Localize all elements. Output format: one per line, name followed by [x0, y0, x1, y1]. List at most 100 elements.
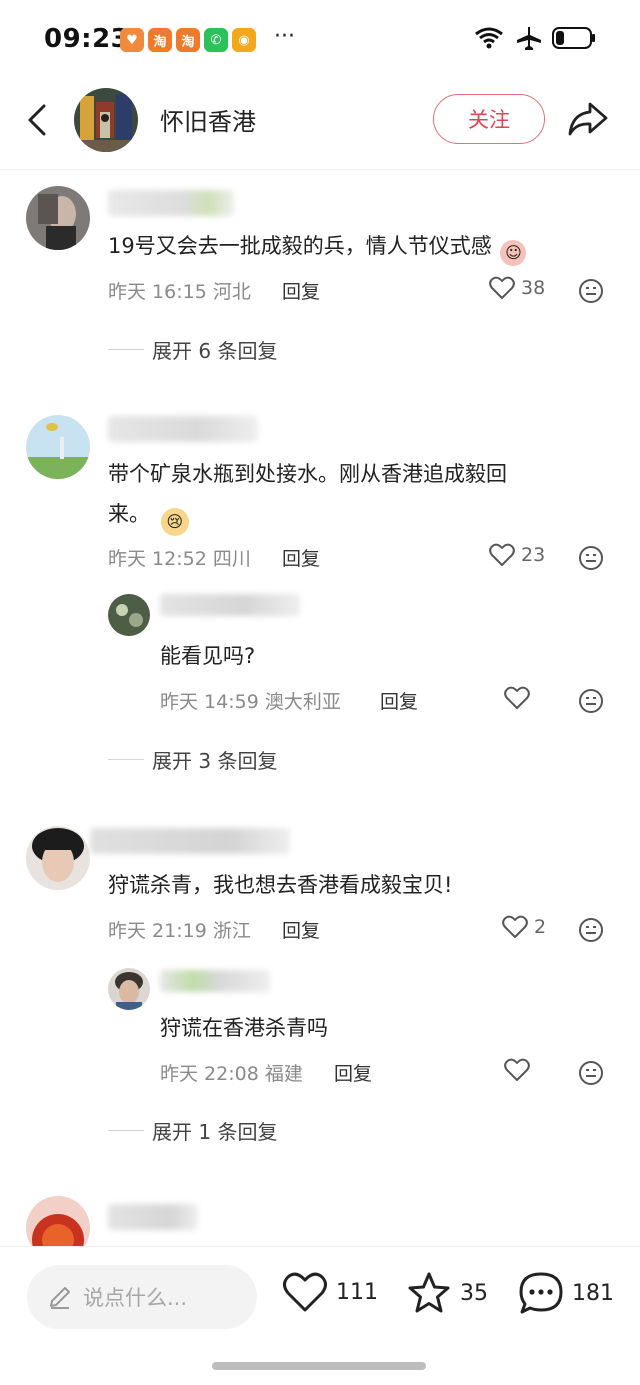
replier-avatar[interactable]: [108, 594, 150, 636]
comment-input[interactable]: 说点什么...: [27, 1265, 257, 1329]
follow-button[interactable]: 关注: [433, 94, 545, 144]
comment-options-button[interactable]: [578, 688, 604, 714]
taobao-app-icon: 淘: [148, 28, 172, 52]
like-button[interactable]: [504, 686, 530, 710]
heart-app-icon: ♥: [120, 28, 144, 52]
reply-text: 狩谎在香港杀青吗: [160, 1016, 328, 1040]
comment-meta: 昨天 16:15 河北: [108, 281, 251, 303]
commenter-avatar-image: [26, 1196, 90, 1246]
post-favorite-count: 35: [460, 1280, 488, 1306]
reply-meta: 昨天 14:59 澳大利亚: [160, 691, 341, 713]
battery-icon: [552, 27, 595, 49]
comment-text: 带个矿泉水瓶到处接水。刚从香港追成毅回 来。 😢: [108, 454, 507, 536]
commenter-avatar-image: [26, 415, 90, 479]
page-title: 怀旧香港: [160, 108, 256, 136]
like-button[interactable]: [504, 1058, 530, 1082]
commenter-name-blurred: [108, 1204, 198, 1230]
like-count: 38: [521, 277, 546, 299]
expand-divider: [108, 349, 144, 350]
status-indicators: [474, 26, 596, 50]
heart-outline-icon: [489, 543, 515, 566]
star-outline-icon: [408, 1272, 450, 1313]
reply-button[interactable]: 回复: [282, 916, 320, 943]
replier-avatar[interactable]: [108, 968, 150, 1010]
author-avatar[interactable]: [74, 88, 138, 152]
crying-emoji-icon: 😢: [160, 508, 189, 536]
comment-list[interactable]: 19号又会去一批成毅的兵，情人节仪式感 ☺ 昨天 16:15 河北 回复 38 …: [0, 170, 640, 1246]
reply-button[interactable]: 回复: [282, 277, 320, 304]
heart-outline-icon: [502, 915, 528, 938]
like-button[interactable]: 38: [489, 276, 545, 300]
commenter-avatar-image: [26, 186, 90, 250]
replier-name-blurred: [160, 970, 270, 992]
post-header: 怀旧香港 关注: [0, 80, 640, 170]
replier-avatar-image: [108, 968, 150, 1010]
neutral-face-icon: [579, 689, 603, 713]
shy-emoji-icon: ☺: [500, 240, 527, 266]
share-arrow-icon: [568, 102, 608, 136]
neutral-face-icon: [579, 918, 603, 942]
taobao-app-icon-2: 淘: [176, 28, 200, 52]
heart-outline-icon: [504, 686, 530, 709]
commenter-avatar[interactable]: [26, 1196, 90, 1246]
share-button[interactable]: [566, 98, 610, 138]
commenter-name-blurred: [108, 416, 258, 442]
post-favorite-button[interactable]: 35: [406, 1271, 488, 1315]
like-count: 2: [534, 916, 547, 938]
author-avatar-image: [74, 88, 138, 152]
commenter-avatar[interactable]: [26, 186, 90, 250]
comment-meta: 昨天 12:52 四川: [108, 548, 251, 570]
post-like-count: 111: [336, 1279, 378, 1305]
neutral-face-icon: [579, 546, 603, 570]
like-count: 23: [521, 544, 546, 566]
commenter-avatar[interactable]: [26, 415, 90, 479]
replier-name-blurred: [160, 594, 300, 616]
expand-replies-button[interactable]: 展开 6 条回复: [108, 335, 277, 364]
reply-text: 能看见吗?: [160, 644, 256, 668]
expand-divider: [108, 1130, 144, 1131]
heart-outline-icon: [504, 1058, 530, 1081]
heart-outline-icon: [489, 276, 515, 299]
comment-meta: 昨天 21:19 浙江: [108, 920, 251, 942]
heart-outline-icon: [283, 1272, 327, 1312]
reply-button[interactable]: 回复: [282, 544, 320, 571]
home-indicator[interactable]: [212, 1362, 426, 1370]
like-button[interactable]: 23: [489, 543, 545, 567]
neutral-face-icon: [579, 279, 603, 303]
like-button[interactable]: 2: [502, 915, 546, 939]
status-time: 09:23: [44, 24, 130, 54]
expand-divider: [108, 759, 144, 760]
bottom-action-bar: 说点什么... 111 35 181: [0, 1246, 640, 1385]
airplane-mode-icon: [517, 27, 541, 50]
reply-button[interactable]: 回复: [334, 1059, 372, 1086]
reply-meta: 昨天 22:08 福建: [160, 1063, 303, 1085]
replier-avatar-image: [108, 594, 150, 636]
chevron-left-icon: [28, 104, 46, 136]
reply-button[interactable]: 回复: [380, 687, 418, 714]
comment-text: 狩谎杀青，我也想去香港看成毅宝贝!: [108, 873, 453, 897]
wechat-app-icon: ✆: [204, 28, 228, 52]
post-like-button[interactable]: 111: [282, 1271, 378, 1313]
comment-text: 19号又会去一批成毅的兵，情人节仪式感 ☺: [108, 226, 527, 266]
back-button[interactable]: [22, 100, 52, 140]
comment-options-button[interactable]: [578, 545, 604, 571]
pencil-icon: [50, 1287, 70, 1309]
comment-input-placeholder: 说点什么...: [83, 1286, 188, 1310]
comment-options-button[interactable]: [578, 1060, 604, 1086]
neutral-face-icon: [579, 1061, 603, 1085]
commenter-avatar-image: [26, 826, 90, 890]
more-notifications-icon: ···: [274, 24, 295, 49]
wifi-icon: [475, 27, 503, 49]
expand-replies-button[interactable]: 展开 1 条回复: [108, 1116, 277, 1145]
comment-options-button[interactable]: [578, 278, 604, 304]
comment-bubble-icon: [519, 1272, 563, 1314]
post-comment-button[interactable]: 181: [518, 1271, 614, 1315]
notification-icons: ♥ 淘 淘 ✆ ◉: [120, 28, 256, 52]
commenter-avatar[interactable]: [26, 826, 90, 890]
commenter-name-blurred: [90, 828, 290, 854]
commenter-name-blurred: [108, 190, 234, 216]
post-comment-count: 181: [572, 1280, 614, 1306]
status-bar: 09:23 ♥ 淘 淘 ✆ ◉ ···: [0, 0, 640, 80]
comment-options-button[interactable]: [578, 917, 604, 943]
expand-replies-button[interactable]: 展开 3 条回复: [108, 745, 277, 774]
